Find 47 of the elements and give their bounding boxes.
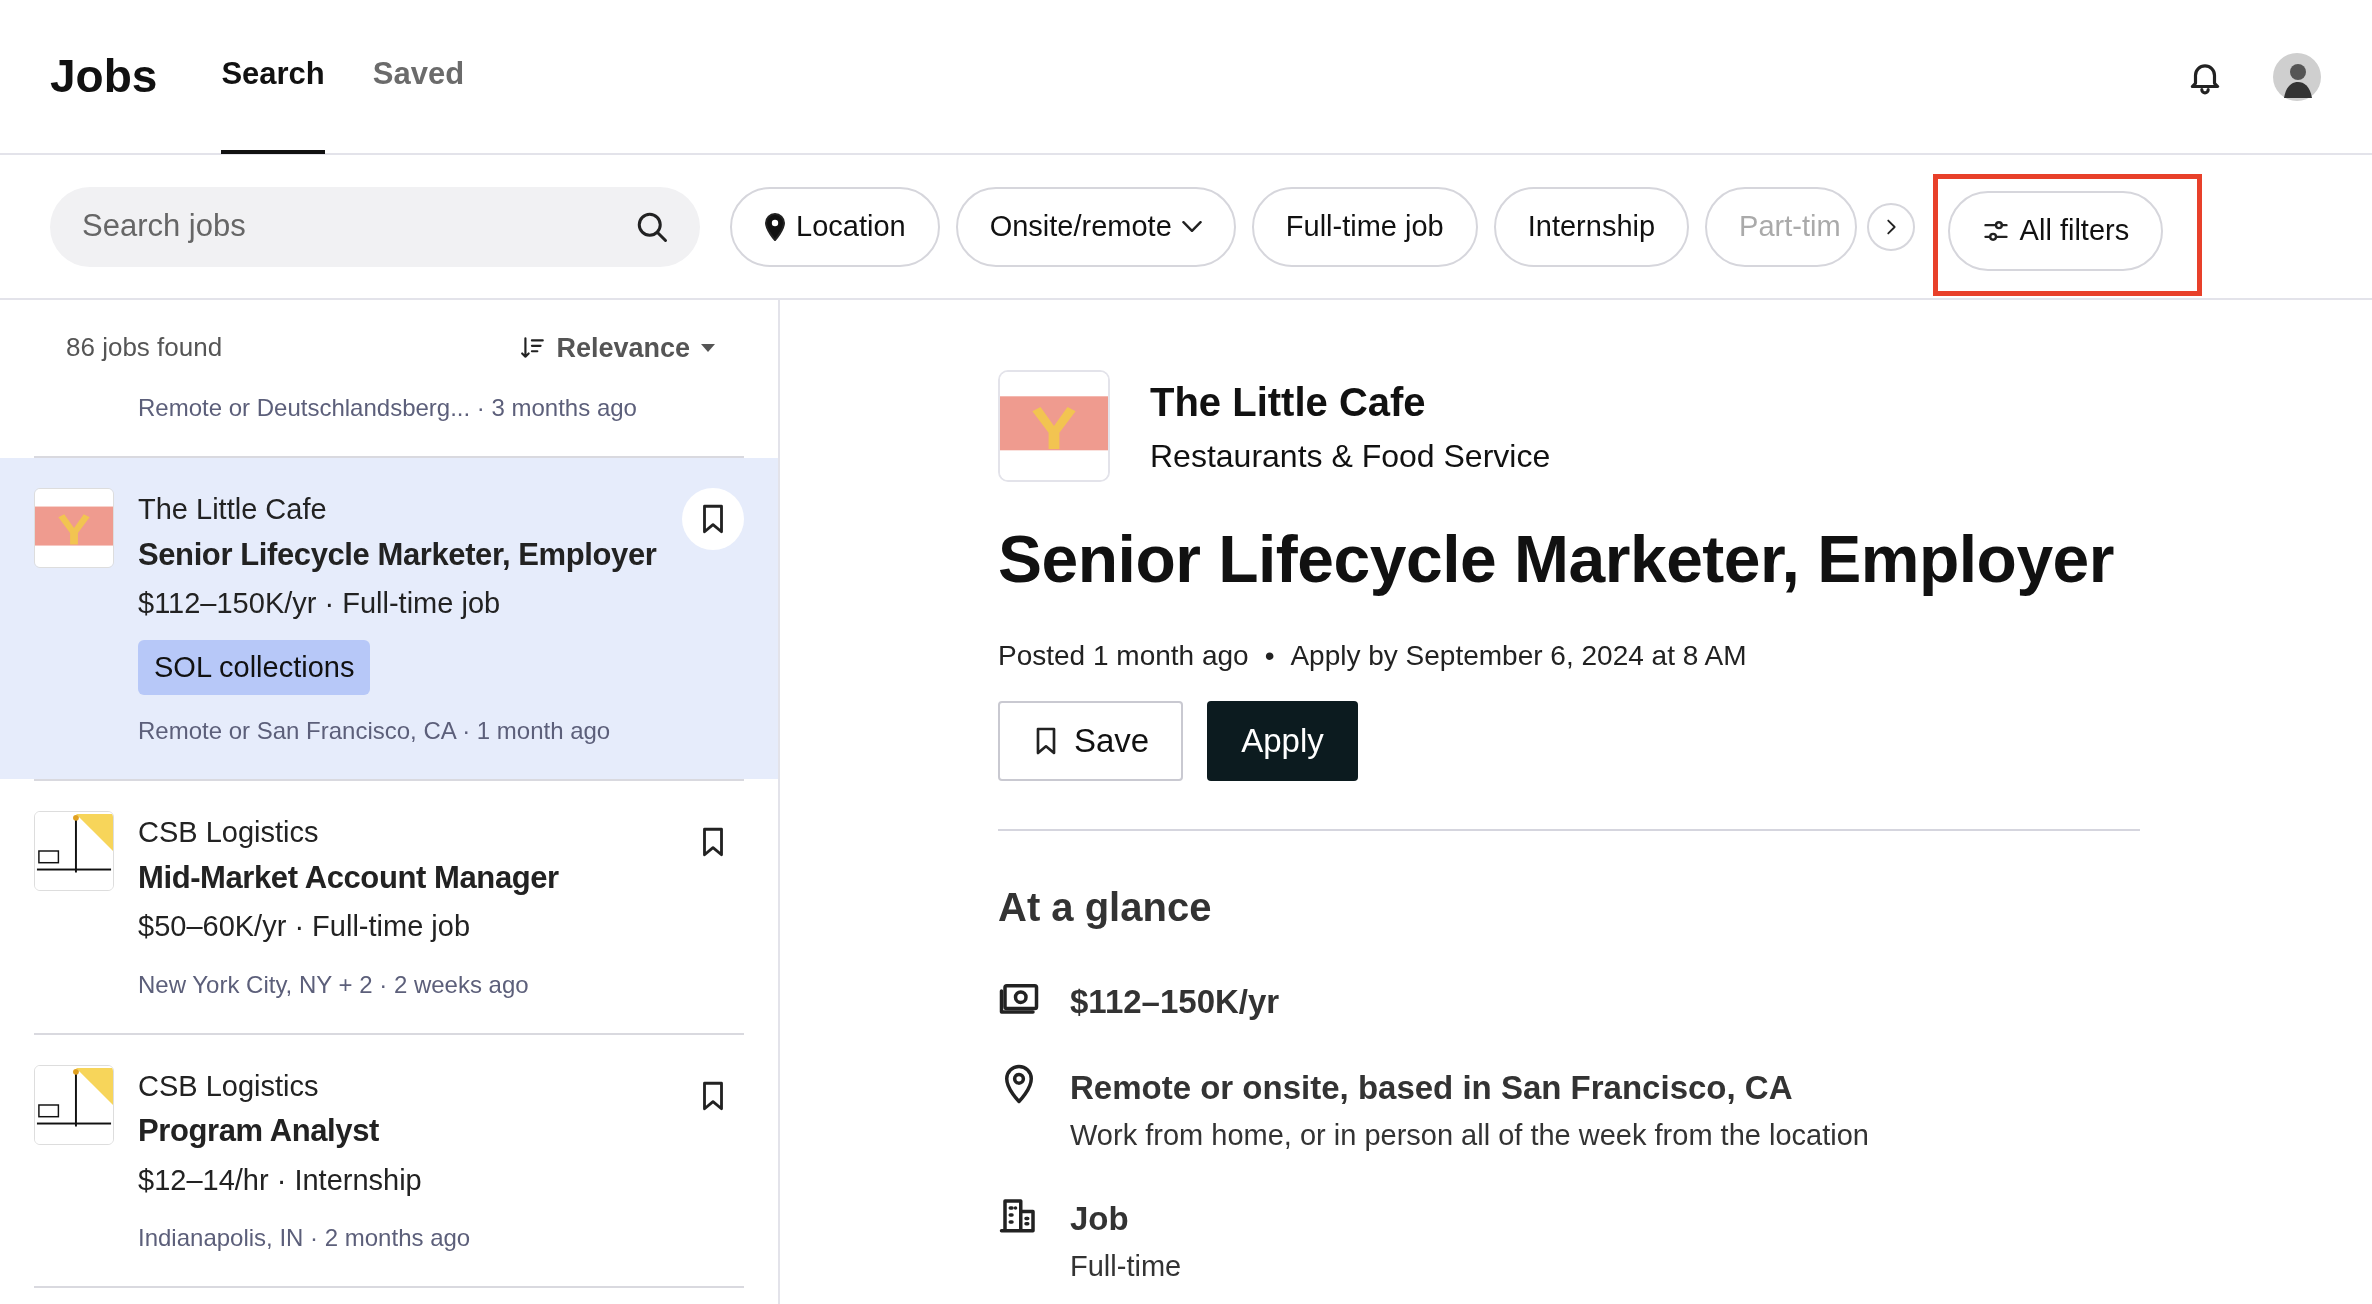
posted-date: Posted 1 month ago <box>998 639 1249 673</box>
results-count: 86 jobs found <box>66 331 223 364</box>
apply-deadline: Apply by September 6, 2024 at 8 AM <box>1290 639 1747 673</box>
separator-dot: • <box>1264 639 1275 673</box>
sort-dropdown[interactable]: Relevance <box>520 328 716 369</box>
search-field[interactable]: Search jobs <box>50 186 700 267</box>
filter-chip[interactable]: Onsite/remote <box>955 186 1236 267</box>
company-name: The Little Cafe <box>1150 379 1427 426</box>
nav-tab[interactable]: Saved <box>372 0 465 154</box>
avatar[interactable] <box>2272 51 2322 102</box>
company-name: CSB Logistics <box>138 815 320 850</box>
filter-chip[interactable]: Full-time job <box>1251 186 1478 267</box>
filter-chip[interactable]: Location <box>730 186 940 267</box>
job-title: Senior Lifecycle Marketer, Employer <box>998 521 2115 598</box>
company-name: The Little Cafe <box>138 492 328 527</box>
section-heading: At a glance <box>998 884 1213 931</box>
collection-tag: SOL collections <box>138 639 371 695</box>
job-pay: $50–60K/yr · Full-time job <box>138 909 472 944</box>
chevron-down-icon <box>1181 221 1202 232</box>
job-title: Senior Lifecycle Marketer, Employer <box>138 535 658 574</box>
job-title: Mid-Market Account Manager <box>138 858 560 897</box>
company-category: Restaurants & Food Service <box>1150 437 1551 476</box>
pin-icon <box>764 212 786 241</box>
job-pay: $112–150K/yr · Full-time job <box>138 586 502 621</box>
job-meta: Indianapolis, IN · 2 months ago <box>138 1223 472 1253</box>
job-meta: Remote or Deutschlandsberg... · 3 months ago <box>138 393 638 423</box>
job-pay: $12–14/hr · Internship <box>138 1162 423 1198</box>
job-card[interactable]: CSB Logistics Mid-Market Account Manager $50–60K/yr · Full-time job New York City, NY + 2 · 2 weeks ago <box>0 781 778 1033</box>
job-card[interactable]: CSB Logistics Program Analyst $12–14/hr · Internship Indianapolis, IN · 2 months ago <box>0 1034 778 1286</box>
caret-icon <box>700 343 716 354</box>
apply-button[interactable]: Apply <box>1207 701 1358 781</box>
glance-detail: Full-time <box>1070 1249 1182 1284</box>
job-title: Program Analyst <box>138 1112 380 1150</box>
job-card[interactable]: The Little Cafe Senior Lifecycle Marketer, Employer $112–150K/yr · Full-time job SOL collections Remote or San Francisco, CA · 1 month ago <box>0 458 778 779</box>
search-input[interactable]: Search jobs <box>80 202 634 251</box>
all-filters-button[interactable]: All filters <box>1947 190 2164 271</box>
company-name: CSB Logistics <box>138 1068 320 1104</box>
filter-chip[interactable]: Internship <box>1493 186 1690 267</box>
nav-tab[interactable]: Search <box>221 0 325 154</box>
save-button[interactable]: Save <box>998 701 1184 781</box>
app-title: Jobs <box>50 49 158 104</box>
glance-title: Remote or onsite, based in San Francisco, CA <box>1070 1067 1794 1108</box>
glance-title: $112–150K/yr <box>1070 982 1280 1022</box>
glance-title: Job <box>1070 1198 1130 1239</box>
glance-detail: Work from home, or in person all of the week from the location <box>1070 1118 1869 1153</box>
job-meta: Remote or San Francisco, CA · 1 month ago <box>138 716 612 746</box>
job-meta: New York City, NY + 2 · 2 weeks ago <box>138 969 530 1000</box>
